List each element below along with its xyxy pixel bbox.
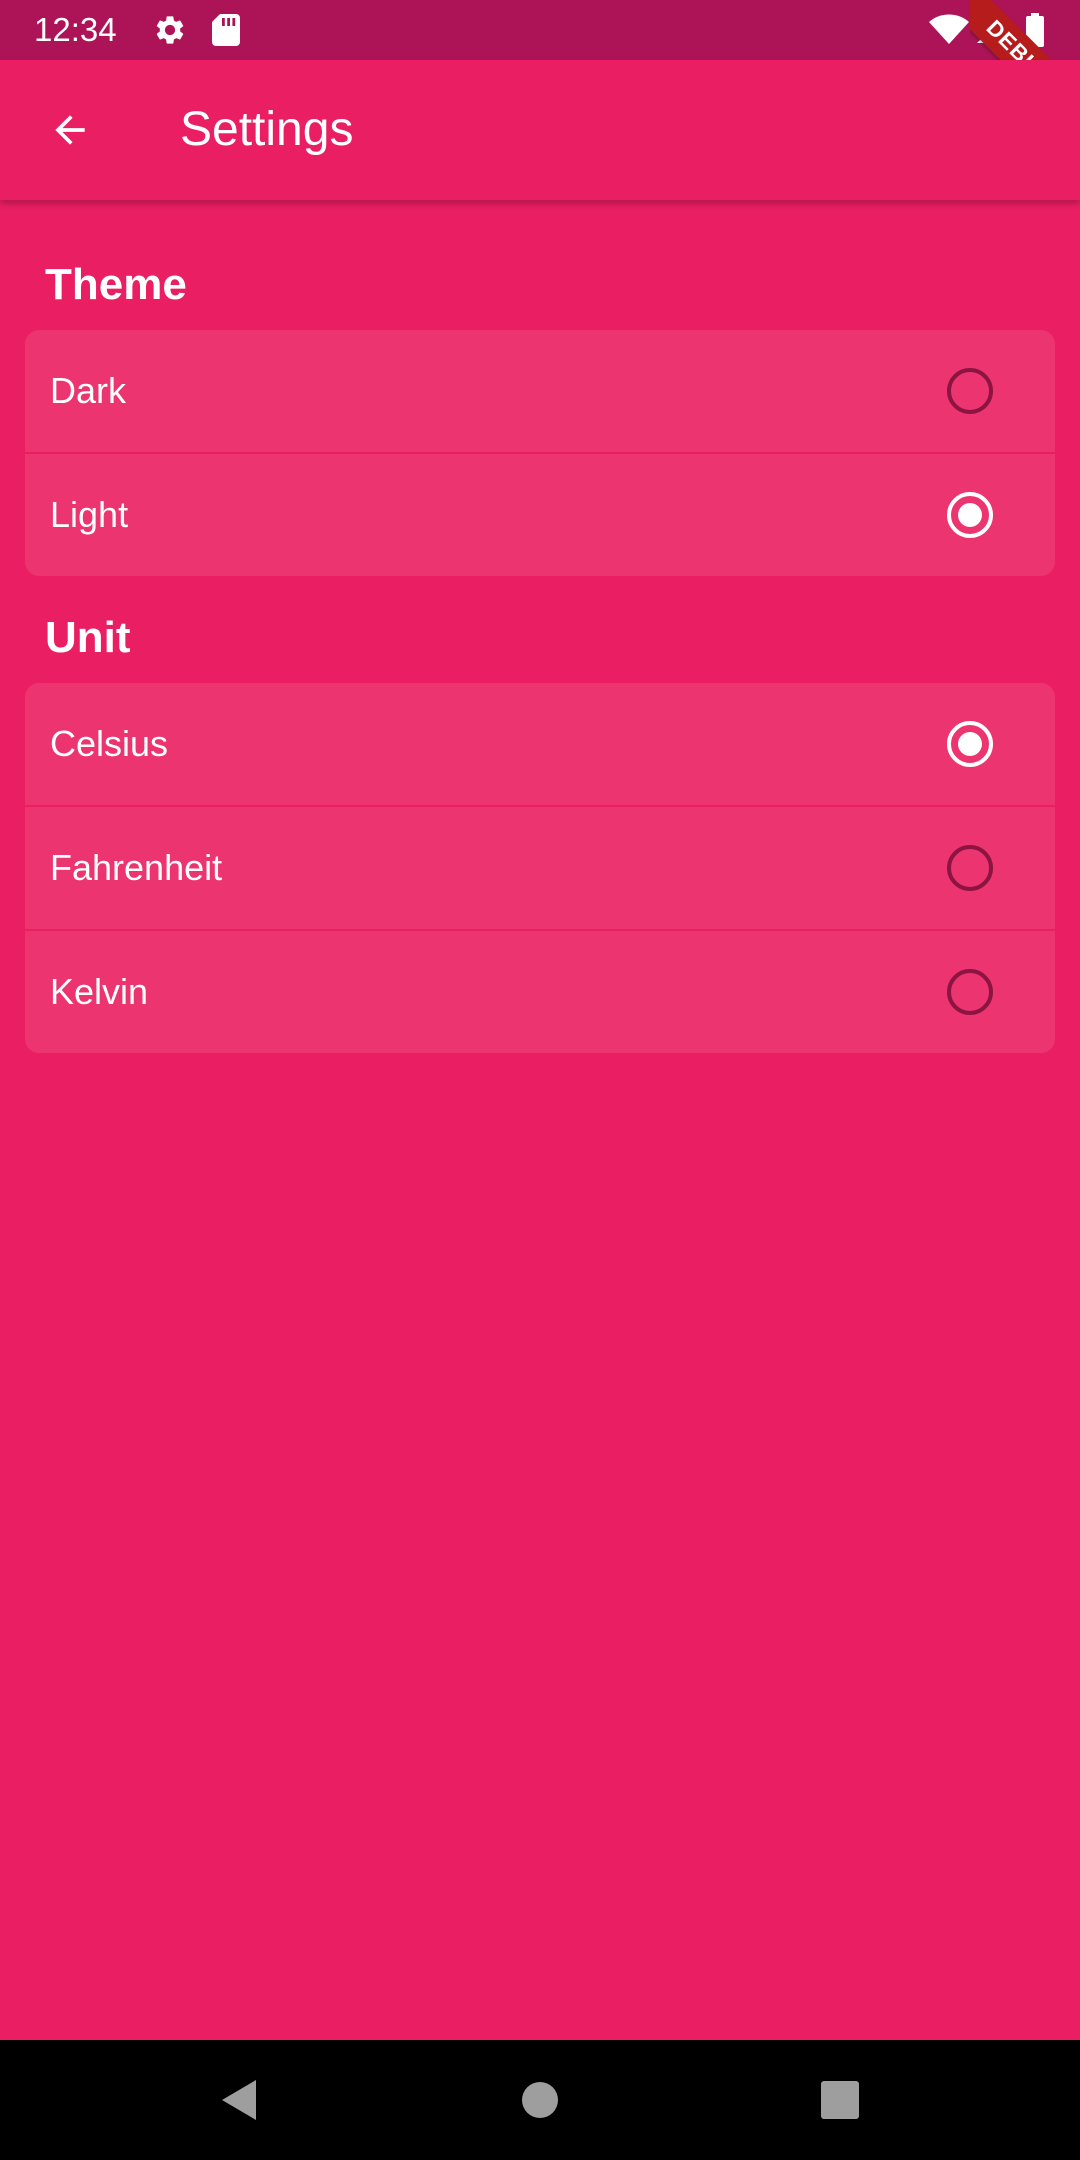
radio-button[interactable] xyxy=(947,845,993,891)
section-title-theme: Theme xyxy=(45,260,187,309)
unit-options-card: Celsius Fahrenheit Kelvin xyxy=(25,683,1055,1053)
page-title: Settings xyxy=(180,103,354,156)
nav-home-button[interactable] xyxy=(500,2060,580,2140)
option-label: Celsius xyxy=(50,723,169,764)
radio-button[interactable] xyxy=(947,368,993,414)
home-circle-icon xyxy=(520,2080,560,2120)
status-time: 12:34 xyxy=(34,11,117,48)
battery-icon xyxy=(1020,0,1050,60)
nav-back-button[interactable] xyxy=(198,2060,278,2140)
radio-option-fahrenheit[interactable]: Fahrenheit xyxy=(25,805,1055,929)
recents-square-icon xyxy=(820,2080,860,2120)
option-label: Dark xyxy=(50,370,127,411)
radio-button[interactable] xyxy=(947,969,993,1015)
status-bar: 12:34 xyxy=(0,0,1080,60)
option-label: Light xyxy=(50,494,129,535)
option-label: Fahrenheit xyxy=(50,847,223,888)
radio-button-selected[interactable] xyxy=(947,492,993,538)
settings-icon xyxy=(150,0,190,60)
radio-option-kelvin[interactable]: Kelvin xyxy=(25,929,1055,1053)
section-title-unit: Unit xyxy=(45,613,131,662)
wifi-icon xyxy=(926,0,972,60)
radio-option-dark[interactable]: Dark xyxy=(25,330,1055,452)
option-label: Kelvin xyxy=(50,971,149,1012)
radio-option-celsius[interactable]: Celsius xyxy=(25,683,1055,805)
app-bar: Settings xyxy=(0,60,1080,200)
back-button[interactable] xyxy=(30,90,110,170)
back-triangle-icon xyxy=(218,2078,258,2122)
sd-card-icon xyxy=(206,0,246,60)
radio-button-selected[interactable] xyxy=(947,721,993,767)
cell-signal-icon xyxy=(972,0,1008,60)
arrow-back-icon xyxy=(48,108,92,152)
navigation-bar xyxy=(0,2040,1080,2160)
theme-options-card: Dark Light xyxy=(25,330,1055,576)
nav-recents-button[interactable] xyxy=(800,2060,880,2140)
radio-option-light[interactable]: Light xyxy=(25,452,1055,576)
